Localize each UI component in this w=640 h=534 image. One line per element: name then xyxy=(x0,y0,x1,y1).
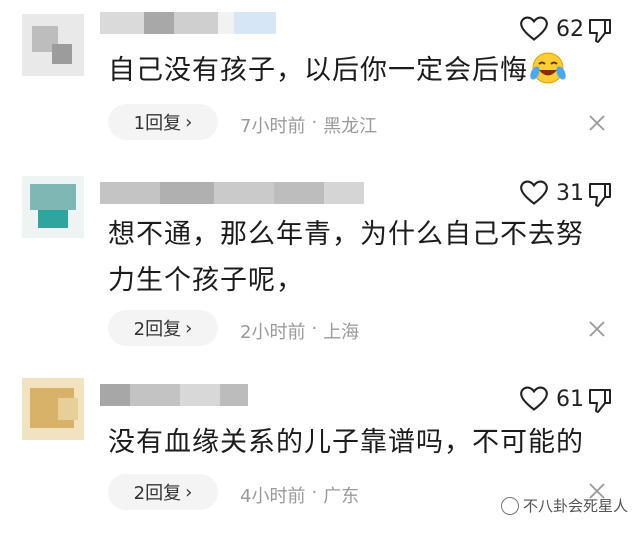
like-button[interactable]: 62 xyxy=(520,16,584,42)
like-count: 62 xyxy=(556,16,584,42)
timestamp: 4小时前 xyxy=(240,486,306,507)
chevron-right-icon: › xyxy=(185,481,193,503)
watermark-logo-icon xyxy=(500,496,519,515)
username[interactable] xyxy=(100,182,364,204)
comment-text: 想不通，那么年青，为什么自己不去努力生个孩子呢， xyxy=(108,219,584,296)
comment-text: 自己没有孩子，以后你一定会后悔 xyxy=(108,48,600,94)
location: 广东 xyxy=(323,486,360,507)
like-count: 61 xyxy=(556,386,584,412)
like-button[interactable]: 31 xyxy=(520,180,584,206)
chevron-right-icon: › xyxy=(185,111,193,133)
like-count: 31 xyxy=(556,180,584,206)
comment-meta: 4小时前 · 广东 xyxy=(240,482,360,507)
username[interactable] xyxy=(100,384,248,406)
thumbs-down-icon[interactable] xyxy=(588,388,612,414)
reply-button[interactable]: 2回复 › xyxy=(108,474,218,510)
close-icon[interactable] xyxy=(588,114,606,132)
comment-meta: 7小时前 · 黑龙江 xyxy=(240,112,378,137)
close-icon[interactable] xyxy=(588,320,606,338)
username[interactable] xyxy=(100,12,276,34)
chevron-right-icon: › xyxy=(185,317,193,339)
thumbs-down-icon[interactable] xyxy=(588,18,612,44)
avatar[interactable] xyxy=(22,378,84,440)
location: 上海 xyxy=(323,322,360,343)
heart-icon xyxy=(520,386,548,411)
reply-button[interactable]: 2回复 › xyxy=(108,310,218,346)
comment-meta: 2小时前 · 上海 xyxy=(240,318,360,343)
comment-text: 没有血缘关系的儿子靠谱吗，不可能的 xyxy=(108,427,584,458)
reply-button[interactable]: 1回复 › xyxy=(108,104,218,140)
avatar[interactable] xyxy=(22,176,84,238)
avatar[interactable] xyxy=(22,14,84,76)
heart-icon xyxy=(520,180,548,205)
watermark: 不八卦会死星人 xyxy=(500,495,628,516)
location: 黑龙江 xyxy=(323,116,378,137)
timestamp: 2小时前 xyxy=(240,322,306,343)
laughing-crying-emoji-icon xyxy=(528,49,568,87)
like-button[interactable]: 61 xyxy=(520,386,584,412)
thumbs-down-icon[interactable] xyxy=(588,182,612,208)
timestamp: 7小时前 xyxy=(240,116,306,137)
heart-icon xyxy=(520,16,548,41)
